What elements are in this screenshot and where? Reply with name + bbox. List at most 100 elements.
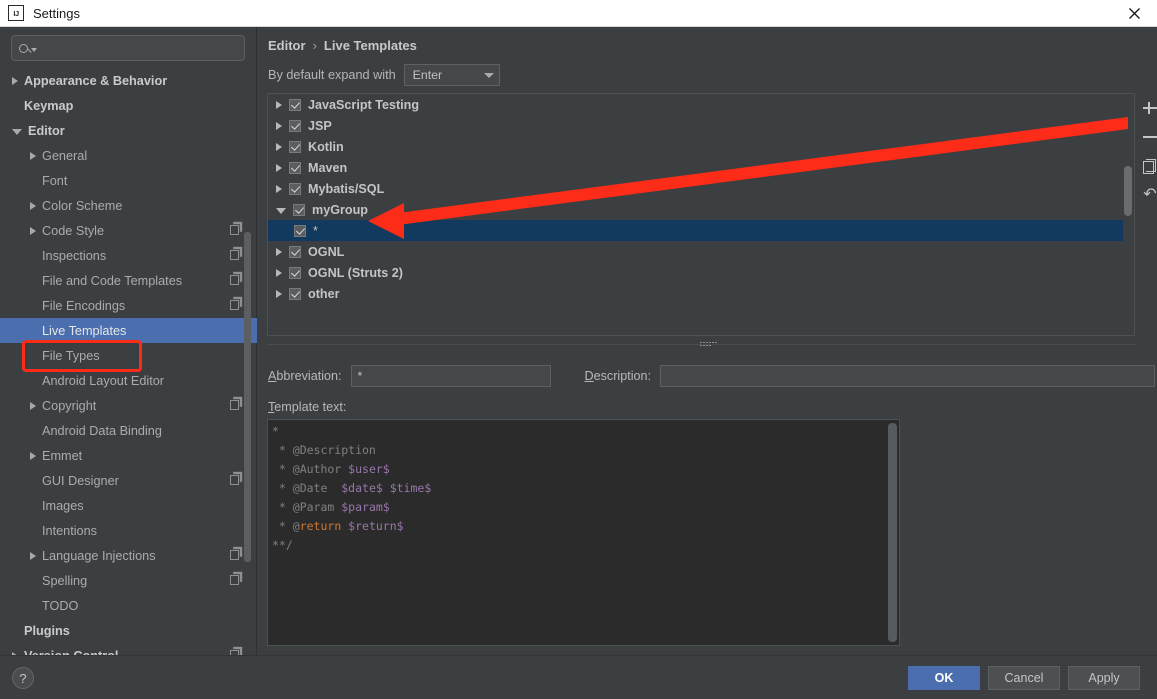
close-icon[interactable] <box>1111 0 1157 27</box>
checkbox-icon[interactable] <box>289 182 301 195</box>
title-bar: IJ Settings <box>0 0 1157 27</box>
template-text-editor[interactable]: * * @Description * @Author $user$ * @Dat… <box>267 419 900 646</box>
sidebar-item-file-types[interactable]: File Types <box>0 343 257 368</box>
chevron-right-icon[interactable] <box>12 76 18 85</box>
chevron-right-icon[interactable] <box>276 100 282 109</box>
chevron-right-icon[interactable] <box>276 289 282 298</box>
checkbox-icon[interactable] <box>289 266 301 279</box>
revert-icon[interactable]: ↶ <box>1141 186 1157 204</box>
checkbox-icon[interactable] <box>293 203 305 216</box>
template-tree-scrollbar-thumb[interactable] <box>1124 166 1132 216</box>
panel-splitter[interactable] <box>267 340 1135 349</box>
chevron-right-icon[interactable] <box>30 451 36 460</box>
sidebar-item-file-encodings[interactable]: File Encodings <box>0 293 257 318</box>
template-group-row[interactable]: JavaScript Testing <box>268 94 1123 115</box>
template-text-line: * @return $return$ <box>272 519 404 533</box>
template-group-row[interactable]: Maven <box>268 157 1123 178</box>
checkbox-icon[interactable] <box>289 140 301 153</box>
template-group-row[interactable]: * <box>268 220 1123 241</box>
sidebar-item-todo[interactable]: TODO <box>0 593 257 618</box>
sidebar-item-general[interactable]: General <box>0 143 257 168</box>
template-group-row[interactable]: JSP <box>268 115 1123 136</box>
sidebar-item-inspections[interactable]: Inspections <box>0 243 257 268</box>
chevron-down-icon[interactable] <box>276 208 286 214</box>
sidebar-scrollbar-thumb[interactable] <box>244 232 251 562</box>
settings-tree[interactable]: Appearance & Behavior Keymap Editor General… <box>0 68 257 655</box>
template-text-label: Template text: <box>268 400 347 414</box>
sidebar-item-android-data-binding[interactable]: Android Data Binding <box>0 418 257 443</box>
sidebar-item-font[interactable]: Font <box>0 168 257 193</box>
template-group-row[interactable]: OGNL <box>268 241 1123 262</box>
template-group-row[interactable]: Kotlin <box>268 136 1123 157</box>
template-group-row[interactable]: OGNL (Struts 2) <box>268 262 1123 283</box>
sidebar-item-spelling[interactable]: Spelling <box>0 568 257 593</box>
checkbox-icon[interactable] <box>289 119 301 132</box>
template-group-row[interactable]: Mybatis/SQL <box>268 178 1123 199</box>
sidebar-item-copyright[interactable]: Copyright <box>0 393 257 418</box>
sidebar-item-language-injections[interactable]: Language Injections <box>0 543 257 568</box>
template-group-row[interactable]: other <box>268 283 1123 304</box>
apply-button[interactable]: Apply <box>1068 666 1140 690</box>
chevron-right-icon[interactable] <box>30 551 36 560</box>
sidebar-item-android-layout-editor[interactable]: Android Layout Editor <box>0 368 257 393</box>
sidebar-item-live-templates[interactable]: Live Templates <box>0 318 257 343</box>
sidebar-item-images[interactable]: Images <box>0 493 257 518</box>
breadcrumb-root[interactable]: Editor <box>268 38 306 53</box>
chevron-right-icon[interactable] <box>276 163 282 172</box>
checkbox-icon[interactable] <box>289 287 301 300</box>
abbreviation-label: Abbreviation: <box>268 369 342 383</box>
sidebar-item-emmet[interactable]: Emmet <box>0 443 257 468</box>
sidebar-item-label: GUI Designer <box>42 473 119 488</box>
sidebar-item-version-control[interactable]: Version Control <box>0 643 257 655</box>
copy-icon[interactable] <box>1141 157 1157 175</box>
abbreviation-input[interactable] <box>350 365 551 387</box>
checkbox-icon[interactable] <box>289 245 301 258</box>
chevron-right-icon[interactable] <box>30 401 36 410</box>
description-input[interactable] <box>660 365 1156 387</box>
default-expand-label: By default expand with <box>268 68 396 82</box>
dialog-button-bar: ? OK Cancel Apply CSDN @Cancerking <box>0 655 1157 699</box>
sidebar-item-intentions[interactable]: Intentions <box>0 518 257 543</box>
search-box[interactable] <box>11 35 245 61</box>
template-group-row[interactable]: myGroup <box>268 199 1123 220</box>
chevron-right-icon[interactable] <box>276 142 282 151</box>
template-text-content: * * @Description * @Author $user$ * @Dat… <box>272 422 431 555</box>
sidebar-item-file-and-code-templates[interactable]: File and Code Templates <box>0 268 257 293</box>
sidebar-item-editor[interactable]: Editor <box>0 118 257 143</box>
sidebar-item-keymap[interactable]: Keymap <box>0 93 257 118</box>
search-input[interactable] <box>37 40 244 56</box>
chevron-right-icon[interactable] <box>276 184 282 193</box>
ok-button[interactable]: OK <box>908 666 980 690</box>
template-group-tree[interactable]: JavaScript Testing JSP Kotlin Maven Mybatis/… <box>268 94 1123 335</box>
sidebar-item-gui-designer[interactable]: GUI Designer <box>0 468 257 493</box>
sidebar-item-code-style[interactable]: Code Style <box>0 218 257 243</box>
help-icon[interactable]: ? <box>12 667 34 689</box>
sidebar-item-plugins[interactable]: Plugins <box>0 618 257 643</box>
abbreviation-row: Abbreviation: Description: <box>268 365 1156 387</box>
chevron-right-icon[interactable] <box>276 247 282 256</box>
sidebar-item-color-scheme[interactable]: Color Scheme <box>0 193 257 218</box>
search-container <box>0 27 256 61</box>
chevron-right-icon[interactable] <box>30 151 36 160</box>
checkbox-icon[interactable] <box>294 224 306 237</box>
remove-icon[interactable] <box>1141 128 1157 146</box>
sidebar-scrollbar-track[interactable] <box>244 72 254 655</box>
cancel-button[interactable]: Cancel <box>988 666 1060 690</box>
chevron-right-icon[interactable] <box>30 201 36 210</box>
add-icon[interactable] <box>1141 99 1157 117</box>
template-text-scrollbar-thumb[interactable] <box>888 423 897 642</box>
default-expand-combo[interactable]: Enter <box>403 64 500 86</box>
sidebar-item-appearance-behavior[interactable]: Appearance & Behavior <box>0 68 257 93</box>
checkbox-icon[interactable] <box>289 161 301 174</box>
chevron-down-icon[interactable] <box>12 129 22 135</box>
chevron-right-icon[interactable] <box>276 121 282 130</box>
project-level-icon <box>230 300 239 310</box>
chevron-right-icon[interactable] <box>276 268 282 277</box>
checkbox-icon[interactable] <box>289 98 301 111</box>
window-title: Settings <box>33 5 80 21</box>
chevron-right-icon[interactable] <box>30 226 36 235</box>
